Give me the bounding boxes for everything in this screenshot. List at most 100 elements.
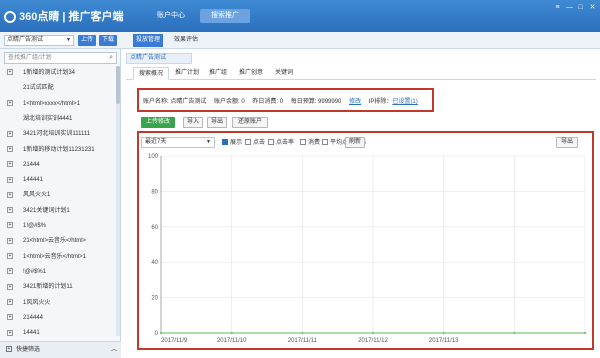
chevron-up-icon: ︿ [110,347,117,353]
logo-icon [4,11,16,24]
search-icon[interactable]: ⌕ [109,53,113,63]
account-select-value: 点睛广告测试 [7,37,44,43]
minimize-icon[interactable]: — [565,3,574,12]
line-chart: 0 20 40 60 80 100 2017/11/9 2017/11/10 2017/11/1… [148,154,587,344]
sidebar-item[interactable]: +3421关键词计划1 [4,204,117,218]
sidebar-item-label: 214444 [23,314,44,321]
tab-keywords[interactable]: 关键词 [270,67,298,80]
data-point [301,331,304,335]
y-tick-label: 80 [151,189,158,195]
sidebar-item[interactable]: +1<html>云音乐</html>1 [4,250,117,264]
restore-account-button[interactable]: 还原账户 [232,117,268,128]
sidebar-scrollbar[interactable] [116,66,120,336]
sidebar-item-label: 21444 [23,161,40,168]
sidebar-item[interactable]: +3421新增的计划11 [4,280,117,294]
sidebar-item[interactable]: 21试试匹配 [4,81,117,95]
account-select[interactable]: 点睛广告测试 ▼ [4,35,74,46]
sidebar-item-label: !@#$%1 [23,268,47,275]
expand-icon[interactable]: + [7,191,13,198]
sidebar-item-label: 1风风火火 [23,299,51,306]
expand-icon[interactable]: + [7,222,13,229]
expand-icon[interactable]: + [7,298,13,305]
expand-icon[interactable]: + [7,161,13,168]
date-range-select[interactable]: 最近7天 ▼ [141,137,215,148]
tab-account-center[interactable]: 账户中心 [148,9,194,23]
expand-icon[interactable]: + [7,268,13,275]
sidebar-item[interactable]: + !@#$%1 [4,265,117,279]
expand-icon[interactable]: + [7,207,13,214]
sidebar-item[interactable]: +214444 [4,311,117,325]
x-tick-label: 2017/11/10 [217,338,247,344]
sidebar-search-input[interactable]: 查找推广组/计划 ⌕ [4,52,117,64]
sidebar-item[interactable]: +1新增的移动计划11231231 [4,143,117,157]
checkbox-icon[interactable] [245,139,251,146]
checkbox-icon[interactable] [222,139,228,146]
legend-checkbox[interactable]: 点击率 [268,139,294,147]
sidebar-item[interactable]: +1风风火火 [4,296,117,310]
tab-search-overview[interactable]: 搜索概况 [133,67,169,80]
data-point [442,331,445,335]
sidebar-item-label: 1<html>xxxx</html>1 [23,100,81,107]
data-point [513,331,516,335]
ip-exclude-link[interactable]: 已设置(1) [392,99,417,105]
search-placeholder: 查找推广组/计划 [8,55,52,61]
sidebar-item[interactable]: +1<html>xxxx</html>1 [4,97,117,111]
expand-icon[interactable]: + [7,145,13,152]
checkbox-icon[interactable] [268,139,274,146]
sidebar-item[interactable]: +1!@#$% [4,219,117,233]
tab-effect-evaluation[interactable]: 效果评估 [168,34,204,47]
y-tick-label: 0 [155,331,159,337]
expand-icon[interactable]: + [7,176,13,183]
account-balance: 账户余额: 0 [214,99,245,105]
data-point [230,331,233,335]
upload-button[interactable]: 上传 [78,35,96,46]
sidebar-item-label: 3421关键词计划1 [23,207,70,214]
expand-icon[interactable]: + [7,237,13,244]
expand-icon[interactable]: + [7,329,13,336]
export-button[interactable]: 导出 [207,117,227,128]
download-button[interactable]: 下载 [99,35,117,46]
sidebar-scrollbar-thumb[interactable] [116,66,120,104]
legend-checkbox[interactable]: 消费 [300,139,320,147]
y-tick-label: 40 [151,260,158,266]
expand-icon[interactable]: + [7,283,13,290]
tab-search-promotion[interactable]: 搜索推广 [200,9,250,23]
sidebar-item[interactable]: +3421河北培训实训111111 [4,127,117,141]
sidebar-item[interactable]: +14441 [4,326,117,340]
checkbox-icon[interactable] [300,139,306,146]
menu-icon[interactable]: ≡ [553,3,562,12]
edit-budget-link[interactable]: 修改 [349,99,361,105]
expand-icon[interactable]: + [7,314,13,321]
expand-icon[interactable]: + [7,130,13,137]
expand-icon[interactable]: + [7,69,13,76]
import-button[interactable]: 导入 [183,117,203,128]
legend-checkbox[interactable]: 点击 [245,139,265,147]
sidebar-item[interactable]: +21<html>云音乐</html> [4,234,117,248]
expand-icon[interactable]: + [7,253,13,260]
sidebar-item[interactable]: +21444 [4,158,117,172]
chart-export-button[interactable]: 导出 [556,137,578,148]
checkbox-icon[interactable] [322,139,328,146]
sidebar-item[interactable]: +1新增的测试计划34 [4,66,117,80]
maximize-icon[interactable]: □ [576,3,585,12]
refresh-button[interactable]: 刷新 [345,137,365,148]
tab-creatives[interactable]: 推广创意 [235,67,267,80]
sidebar-item-label: 湖北培训实训4441 [23,115,73,122]
legend-label: 展示 [230,140,243,146]
upload-changes-button[interactable]: 上传修改 [141,117,175,128]
sidebar-item-label: 风风火火1 [23,192,51,199]
sidebar-item[interactable]: + 风风火火1 [4,188,117,202]
close-icon[interactable]: ✕ [588,3,597,12]
sidebar-item[interactable]: 湖北培训实训4441 [4,112,117,126]
sidebar-item-label: 1!@#$% [23,223,47,229]
date-range-value: 最近7天 [145,139,167,145]
legend-checkbox[interactable]: 展示 [222,139,242,147]
quick-filter-bar[interactable]: + 快捷筛选 ︿ [0,341,121,358]
tab-delivery-management[interactable]: 投放管理 [133,34,163,47]
tab-campaigns[interactable]: 推广计划 [172,67,202,80]
sidebar-item[interactable]: +144441 [4,173,117,187]
legend-label: 点击率 [276,140,295,146]
expand-icon[interactable]: + [7,100,13,107]
tab-adgroups[interactable]: 推广组 [205,67,231,80]
sidebar-item-label: 3421河北培训实训111111 [23,131,91,138]
